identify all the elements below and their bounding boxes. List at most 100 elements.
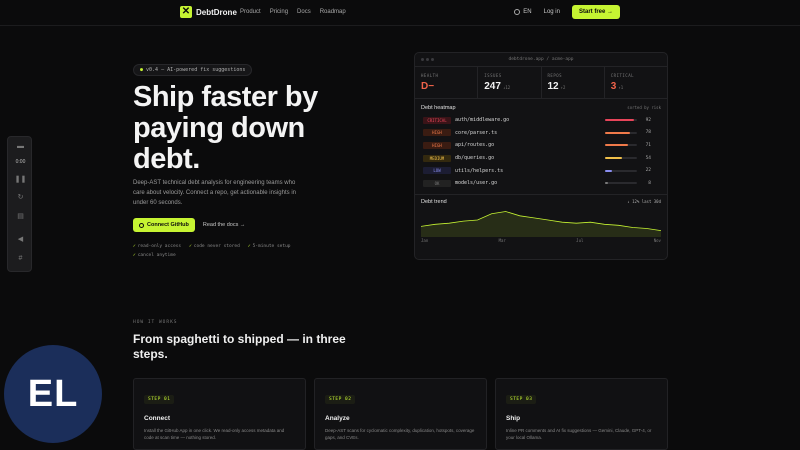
- stat-label: HEALTH: [421, 73, 439, 78]
- logo-icon: ✕: [180, 6, 192, 18]
- stat-label: REPOS: [547, 73, 563, 78]
- risk-score: 8: [648, 180, 651, 186]
- heatmap-row[interactable]: HIGH core/parser.ts 78: [415, 127, 667, 140]
- check-item: ✓ code never stored: [189, 244, 240, 249]
- heatmap-header: Debt heatmap sorted by risk: [415, 99, 667, 114]
- read-docs-link[interactable]: Read the docs →: [203, 222, 246, 228]
- how-title: From spaghetti to shipped — in three ste…: [133, 332, 346, 361]
- heatmap-row[interactable]: OK models/user.go 8: [415, 177, 667, 190]
- step-card-ship: STEP 03 Ship Inline PR comments and AI f…: [495, 378, 668, 450]
- language-selector[interactable]: EN: [514, 9, 532, 15]
- risk-bar: [605, 131, 637, 134]
- severity-badge: HIGH: [423, 141, 451, 149]
- login-link[interactable]: Log in: [544, 9, 560, 15]
- feature-checks: ✓ read-only access ✓ code never stored ✓ 5-…: [133, 244, 313, 258]
- grid-icon[interactable]: #: [8, 255, 33, 262]
- how-label: HOW IT WORKS: [133, 320, 178, 325]
- file-path: utils/helpers.ts: [455, 167, 504, 174]
- stat-label: ISSUES: [484, 73, 502, 78]
- risk-score: 22: [645, 168, 651, 174]
- player-controls: ▬ 0:00 ❚❚ ↻ ▤ ◀ #: [7, 136, 32, 272]
- risk-bar-fill: [605, 169, 613, 172]
- nav-link-pricing[interactable]: Pricing: [270, 9, 288, 15]
- step-title: Ship: [506, 415, 521, 422]
- stat-value: D−: [421, 81, 435, 92]
- risk-bar-fill: [605, 131, 630, 134]
- heatmap-row[interactable]: CRITICAL auth/middleware.go 92: [415, 114, 667, 127]
- risk-bar-fill: [605, 144, 628, 147]
- risk-score: 78: [645, 130, 651, 136]
- file-path: api/routes.go: [455, 142, 495, 149]
- risk-bar-fill: [605, 182, 608, 185]
- check-label: cancel anytime: [137, 253, 176, 258]
- release-tag-text: v0.4 — AI-powered fix suggestions: [146, 67, 246, 73]
- trend-section: Debt trend ↓ 12% last 30d Jan Mar Jul No…: [415, 193, 667, 246]
- severity-badge: CRITICAL: [423, 116, 451, 124]
- check-icon: ✓: [247, 244, 251, 249]
- nav-actions: EN Log in Start free →: [514, 5, 620, 19]
- risk-bar-fill: [605, 157, 623, 160]
- step-number: STEP 02: [325, 395, 356, 404]
- step-number: STEP 01: [144, 395, 175, 404]
- axis-label: Nov: [653, 237, 661, 243]
- axis-label: Jan: [421, 237, 429, 243]
- panel-titlebar: debtdrone.app / acme-app: [415, 53, 667, 67]
- brand[interactable]: ✕ DebtDrone: [180, 6, 237, 18]
- axis-label: Jul: [576, 237, 584, 243]
- heatmap-row[interactable]: HIGH api/routes.go 71: [415, 139, 667, 152]
- file-path: db/queries.go: [455, 155, 495, 162]
- connect-github-label: Connect GitHub: [147, 222, 189, 228]
- heatmap-title: Debt heatmap: [421, 105, 456, 111]
- trend-area: [421, 211, 661, 237]
- check-item: ✓ 5-minute setup: [248, 244, 291, 249]
- check-icon: ✓: [189, 244, 192, 249]
- stat-health: HEALTH D−: [415, 67, 479, 98]
- volume-icon[interactable]: ◀: [8, 235, 33, 243]
- trend-chart: [421, 210, 661, 237]
- heatmap-list: CRITICAL auth/middleware.go 92 HIGH core/par…: [415, 114, 667, 190]
- hero-description: Deep-AST technical debt analysis for eng…: [133, 180, 296, 206]
- github-icon: [139, 222, 144, 228]
- nav-link-product[interactable]: Product: [240, 9, 261, 15]
- steps-row: STEP 01 Connect Install the GitHub App i…: [133, 378, 668, 450]
- stats-row: HEALTH D− ISSUES 247 ↓12 REPOS 12 ↑2 CRITICAL 3 ↑1: [415, 67, 667, 99]
- connect-github-button[interactable]: Connect GitHub: [133, 218, 195, 232]
- top-nav: ✕ DebtDrone Product Pricing Docs Roadmap…: [0, 0, 800, 26]
- step-card-connect: STEP 01 Connect Install the GitHub App i…: [133, 378, 306, 450]
- stat-issues: ISSUES 247 ↓12: [478, 67, 542, 98]
- start-free-button[interactable]: Start free →: [571, 5, 620, 19]
- check-label: 5-minute setup: [252, 244, 291, 249]
- stat-value: 12 ↑2: [547, 81, 566, 92]
- severity-badge: LOW: [423, 167, 451, 175]
- dashboard-preview: debtdrone.app / acme-app HEALTH D− ISSUES 2…: [414, 52, 668, 260]
- check-label: read-only access: [137, 244, 182, 249]
- step-description: Deep-AST scans for cyclomatic complexity…: [325, 428, 475, 440]
- file-path: auth/middleware.go: [455, 117, 510, 124]
- stat-label: CRITICAL: [610, 73, 635, 78]
- risk-bar: [605, 144, 637, 147]
- cta-row: Connect GitHub Read the docs →: [133, 218, 245, 232]
- restart-icon[interactable]: ↻: [8, 193, 33, 201]
- nav-links: Product Pricing Docs Roadmap: [240, 9, 346, 15]
- pause-icon[interactable]: ❚❚: [8, 175, 33, 183]
- hero-title: Ship faster by paying down debt.: [133, 81, 318, 175]
- risk-score: 92: [645, 117, 651, 123]
- heatmap-row[interactable]: LOW utils/helpers.ts 22: [415, 164, 667, 177]
- stat-value: 247 ↓12: [484, 81, 511, 92]
- axis-label: Mar: [498, 237, 506, 243]
- risk-score: 71: [645, 142, 651, 148]
- step-title: Connect: [144, 415, 170, 422]
- heatmap-row[interactable]: MEDIUM db/queries.go 54: [415, 152, 667, 165]
- globe-icon: [514, 9, 521, 15]
- check-item: ✓ read-only access: [133, 244, 181, 249]
- nav-link-docs[interactable]: Docs: [297, 9, 311, 15]
- nav-link-roadmap[interactable]: Roadmap: [320, 9, 346, 15]
- severity-badge: MEDIUM: [423, 154, 451, 162]
- brand-name: DebtDrone: [196, 7, 237, 17]
- severity-badge: HIGH: [423, 129, 451, 137]
- release-tag[interactable]: ● v0.4 — AI-powered fix suggestions: [133, 64, 253, 76]
- trash-icon[interactable]: ▤: [8, 212, 33, 220]
- check-label: code never stored: [193, 244, 240, 249]
- drag-handle-icon[interactable]: ▬: [8, 143, 33, 150]
- step-description: Install the GitHub App in one click. We …: [144, 428, 285, 440]
